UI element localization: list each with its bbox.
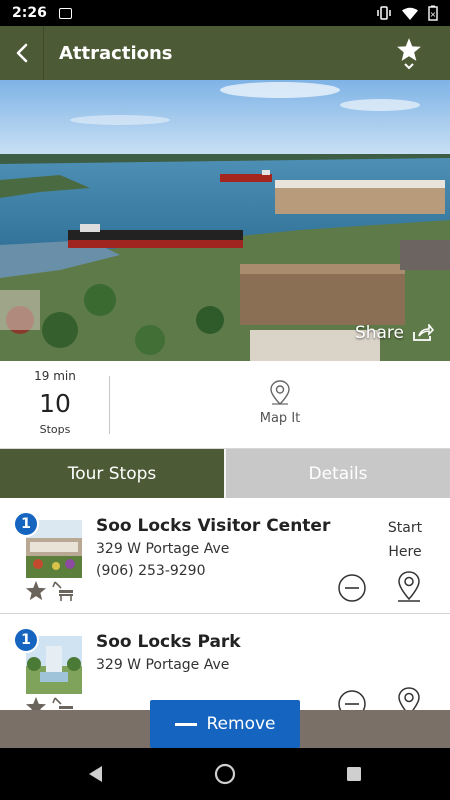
stop-address: 329 W Portage Ave bbox=[96, 541, 230, 557]
svg-text:×: × bbox=[430, 10, 437, 19]
stop-name: Soo Locks Park bbox=[96, 632, 241, 652]
tab-tour-stops[interactable]: Tour Stops bbox=[0, 449, 224, 498]
list-item[interactable]: 1 Soo Locks Park 329 W Portage Ave bbox=[0, 614, 450, 710]
system-nav-bar bbox=[0, 748, 450, 800]
status-bar: 2:26 × bbox=[0, 0, 450, 26]
favorites-dropdown-button[interactable] bbox=[394, 26, 424, 80]
start-here-label: Start Here bbox=[370, 516, 440, 564]
vibrate-icon bbox=[377, 6, 391, 20]
map-pin-icon[interactable] bbox=[394, 686, 424, 710]
stop-phone[interactable]: (906) 253-9290 bbox=[96, 563, 206, 579]
app-bar: Attractions bbox=[0, 26, 450, 80]
nav-recents-icon[interactable] bbox=[342, 762, 366, 786]
stop-name: Soo Locks Visitor Center bbox=[96, 516, 331, 536]
share-icon bbox=[413, 324, 434, 341]
wifi-icon bbox=[402, 7, 418, 20]
favorite-star-icon bbox=[25, 580, 47, 601]
minus-icon bbox=[174, 722, 197, 726]
page-title: Attractions bbox=[59, 42, 173, 64]
favorite-star-icon bbox=[25, 696, 47, 710]
stop-count: 10 bbox=[39, 389, 71, 418]
hero-image: Share bbox=[0, 80, 450, 361]
back-button[interactable] bbox=[0, 26, 44, 80]
remove-button[interactable]: Remove bbox=[150, 700, 300, 748]
stops-summary: 19 min 10 Stops bbox=[0, 361, 110, 449]
summary-divider bbox=[109, 376, 110, 434]
stop-list: 1 Soo Locks Visitor Center 329 W Portage… bbox=[0, 498, 450, 710]
chevron-down-icon bbox=[404, 62, 414, 69]
minus-circle-icon[interactable] bbox=[337, 573, 367, 603]
start-here-line-1: Start bbox=[387, 520, 423, 536]
map-it-button[interactable]: Map It bbox=[250, 379, 310, 426]
nav-back-icon[interactable] bbox=[84, 762, 108, 786]
list-item[interactable]: 1 Soo Locks Visitor Center 329 W Portage… bbox=[0, 498, 450, 614]
nav-home-icon[interactable] bbox=[213, 762, 237, 786]
stop-amenities bbox=[25, 696, 75, 710]
status-time: 2:26 bbox=[12, 5, 47, 21]
map-pin-icon bbox=[270, 380, 290, 405]
map-it-label: Map It bbox=[259, 411, 301, 426]
back-arrow-icon bbox=[16, 43, 27, 63]
minus-circle-icon[interactable] bbox=[337, 689, 367, 710]
map-pin-icon[interactable] bbox=[394, 570, 424, 604]
stops-label: Stops bbox=[39, 423, 71, 436]
tour-summary: 19 min 10 Stops Map It bbox=[0, 361, 450, 449]
bench-icon bbox=[52, 697, 73, 709]
tab-details[interactable]: Details bbox=[224, 449, 450, 498]
status-icons: × bbox=[376, 5, 438, 21]
star-icon bbox=[397, 37, 421, 61]
bench-icon bbox=[52, 581, 73, 601]
app-screen: 2:26 × Attractions Share 19 min 10 Stops… bbox=[0, 0, 450, 800]
stop-amenities bbox=[25, 580, 75, 602]
battery-icon: × bbox=[428, 5, 438, 21]
tab-bar: Tour Stops Details bbox=[0, 449, 450, 498]
aerial-harbor-photo bbox=[0, 80, 450, 361]
image-notification-icon bbox=[58, 7, 72, 19]
stop-number-badge: 1 bbox=[13, 511, 39, 537]
tour-duration: 19 min bbox=[34, 369, 76, 383]
start-here-line-2: Here bbox=[388, 544, 422, 560]
stop-number-badge: 1 bbox=[13, 627, 39, 653]
share-label: Share bbox=[354, 323, 404, 343]
share-button[interactable]: Share bbox=[355, 323, 434, 343]
remove-label: Remove bbox=[206, 714, 276, 734]
stop-address: 329 W Portage Ave bbox=[96, 657, 230, 673]
